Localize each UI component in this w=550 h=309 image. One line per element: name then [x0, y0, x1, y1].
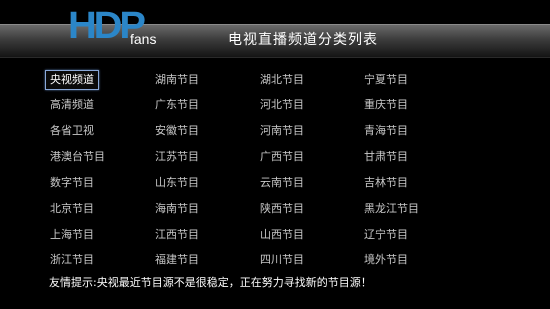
category-item[interactable]: 四川节目 [260, 252, 304, 268]
category-item-selected[interactable]: 央视频道 [45, 70, 99, 90]
category-item[interactable]: 江西节目 [155, 227, 199, 243]
category-item[interactable]: 福建节目 [155, 252, 199, 268]
category-item[interactable]: 宁夏节目 [364, 72, 408, 88]
category-item[interactable]: 浙江节目 [50, 252, 94, 268]
category-item[interactable]: 青海节目 [364, 123, 408, 139]
category-item[interactable]: 北京节目 [50, 201, 94, 217]
notice-text: 友情提示:央视最近节目源不是很稳定，正在努力寻找新的节目源！ [49, 276, 372, 289]
category-item[interactable]: 上海节目 [50, 227, 94, 243]
category-item[interactable]: 数字节目 [50, 175, 94, 191]
category-item[interactable]: 云南节目 [260, 175, 304, 191]
category-item[interactable]: 陕西节目 [260, 201, 304, 217]
category-item[interactable]: 湖北节目 [260, 72, 304, 88]
category-item[interactable]: 港澳台节目 [50, 149, 105, 165]
category-item[interactable]: 境外节目 [364, 252, 408, 268]
category-item[interactable]: 广西节目 [260, 149, 304, 165]
category-item[interactable]: 黑龙江节目 [364, 201, 419, 217]
category-item[interactable]: 吉林节目 [364, 175, 408, 191]
category-item[interactable]: 辽宁节目 [364, 227, 408, 243]
category-item[interactable]: 各省卫视 [50, 123, 94, 139]
page-title: 电视直播频道分类列表 [228, 32, 378, 48]
category-item[interactable]: 山西节目 [260, 227, 304, 243]
category-item[interactable]: 甘肃节目 [364, 149, 408, 165]
category-item[interactable]: 广东节目 [155, 97, 199, 113]
category-item[interactable]: 高清频道 [50, 97, 94, 113]
category-item[interactable]: 山东节目 [155, 175, 199, 191]
category-item[interactable]: 湖南节目 [155, 72, 199, 88]
category-item[interactable]: 江苏节目 [155, 149, 199, 165]
category-item[interactable]: 安徽节目 [155, 123, 199, 139]
hdpfans-logo: HDP fans [68, 6, 168, 54]
category-item[interactable]: 重庆节目 [364, 97, 408, 113]
category-item[interactable]: 海南节目 [155, 201, 199, 217]
category-item[interactable]: 河南节目 [260, 123, 304, 139]
category-item[interactable]: 河北节目 [260, 97, 304, 113]
logo-subtext: fans [130, 31, 157, 47]
